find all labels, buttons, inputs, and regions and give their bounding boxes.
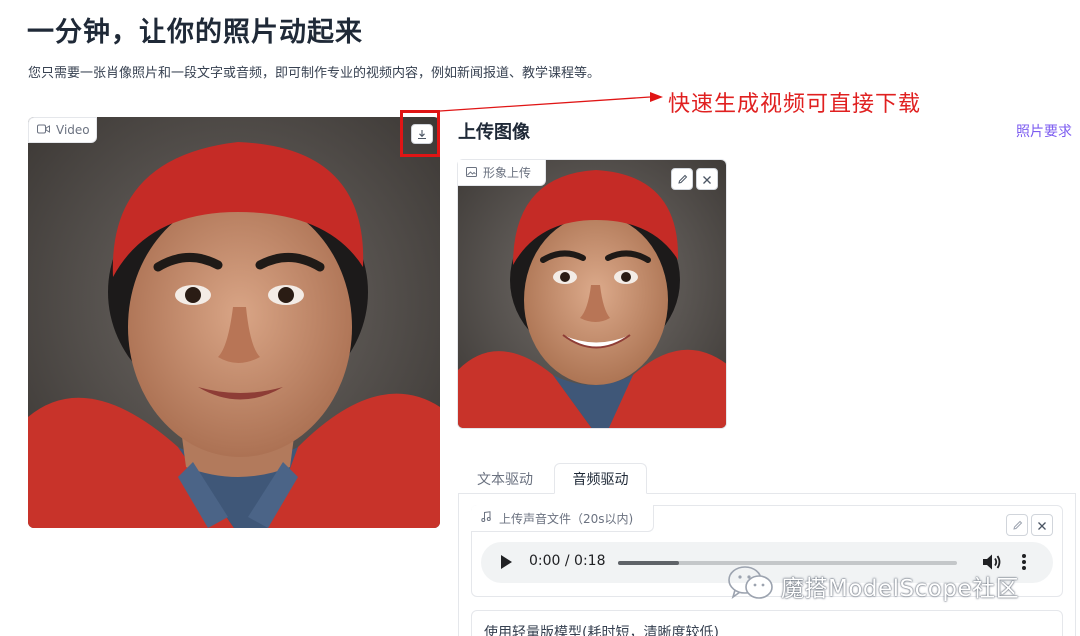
audio-upload-label: 上传声音文件（20s以内) [471,505,654,532]
audio-progress-fill [618,561,680,565]
video-label-text: Video [56,123,90,137]
close-icon [702,170,712,189]
close-icon [1037,516,1047,535]
audio-time: 0:00 / 0:18 [529,553,606,569]
uploaded-portrait [458,160,726,428]
photo-requirements-link[interactable]: 照片要求 [1016,121,1072,141]
clear-audio-button[interactable] [1031,514,1053,536]
image-label-text: 形象上传 [483,166,532,180]
watermark-text: 魔搭ModelScope社区 [781,576,1020,602]
play-icon[interactable] [501,555,512,569]
uploaded-image-panel[interactable] [457,159,727,429]
video-label: Video [28,117,97,143]
annotation-text: 快速生成视频可直接下载 [668,92,922,117]
annotation-highlight-box [400,110,440,157]
clear-image-button[interactable] [696,168,718,190]
model-option-label: 使用轻量版模型(耗时短，清晰度较低) [484,625,719,636]
watermark: 魔搭ModelScope社区 [727,565,1019,607]
image-icon [466,166,477,180]
portrait-video-frame [28,117,440,528]
music-note-icon [481,511,491,525]
page-subtitle: 您只需要一张肖像照片和一段文字或音频，即可制作专业的视频内容，例如新闻报道、教学… [28,66,601,81]
image-upload-label: 形象上传 [458,160,546,186]
tab-text-driven[interactable]: 文本驱动 [466,463,544,494]
wechat-icon [727,565,775,607]
video-output-panel[interactable] [28,117,440,528]
edit-image-button[interactable] [671,168,693,190]
audio-label-text: 上传声音文件（20s以内) [499,511,634,526]
tab-audio-driven[interactable]: 音频驱动 [554,463,647,494]
pencil-icon [1012,516,1023,535]
video-camera-icon [37,123,50,137]
upload-image-title: 上传图像 [458,122,530,143]
more-options-icon[interactable] [1021,553,1027,575]
page-title: 一分钟，让你的照片动起来 [27,17,363,48]
pencil-icon [677,170,688,189]
edit-audio-button[interactable] [1006,514,1028,536]
